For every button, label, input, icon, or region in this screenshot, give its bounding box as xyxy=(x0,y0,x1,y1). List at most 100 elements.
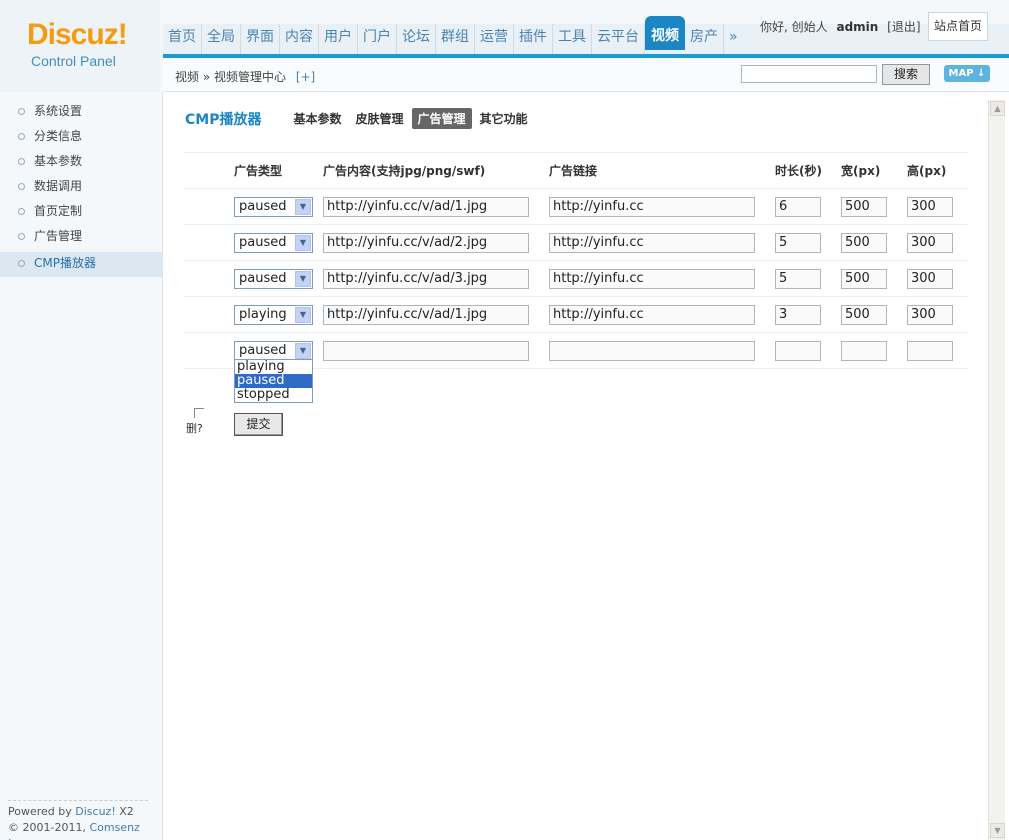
nav-item[interactable]: 全局 xyxy=(202,24,241,54)
sidebar-item-label: 分类信息 xyxy=(34,129,83,143)
sidebar-item[interactable]: CMP播放器 xyxy=(0,252,162,277)
duration-cell: 3 xyxy=(775,296,841,333)
nav-item[interactable]: 房产 xyxy=(685,24,724,54)
chevron-down-icon[interactable]: ▼ xyxy=(295,270,311,287)
sidebar-item[interactable]: 广告管理 xyxy=(0,225,162,250)
ad-type-select[interactable]: paused ▼ xyxy=(234,196,313,217)
ad-link-cell: http://yinfu.cc xyxy=(549,296,775,333)
duration-input[interactable]: 5 xyxy=(775,268,821,289)
ad-type-value: paused xyxy=(239,342,287,358)
ad-type-select[interactable]: paused ▼ xyxy=(234,268,313,289)
sidebar-item[interactable]: 首页定制 xyxy=(0,200,162,225)
dropdown-option[interactable]: paused xyxy=(235,374,312,388)
ad-type-select[interactable]: paused ▼ xyxy=(234,232,313,253)
scroll-up-arrow-icon[interactable]: ▲ xyxy=(990,101,1005,116)
duration-input[interactable]: 5 xyxy=(775,232,821,253)
height-input[interactable]: 300 xyxy=(907,268,953,289)
sidebar-item-label: 系统设置 xyxy=(34,104,83,118)
tab-item[interactable]: 其它功能 xyxy=(474,108,534,129)
site-home-button[interactable]: 站点首页 xyxy=(928,12,988,41)
duration-input[interactable] xyxy=(775,340,821,361)
nav-underline xyxy=(163,54,1009,58)
chevron-down-icon[interactable]: ▼ xyxy=(295,306,311,323)
discuz-link[interactable]: Discuz! xyxy=(75,805,115,818)
tab-item[interactable]: 基本参数 xyxy=(287,108,347,129)
sidebar-item-label: 基本参数 xyxy=(34,154,83,168)
logo-subtitle: Control Panel xyxy=(31,53,116,69)
duration-input[interactable]: 3 xyxy=(775,304,821,325)
search-button[interactable]: 搜索 xyxy=(882,64,930,85)
nav-item[interactable]: 用户 xyxy=(319,24,358,54)
tab-item[interactable]: 广告管理 xyxy=(411,108,472,129)
nav-item[interactable]: 运营 xyxy=(475,24,514,54)
sidebar: 系统设置 分类信息 基本参数 数据调用 首页定制 广告管理 CMP播放器 Powered b… xyxy=(0,92,163,840)
ad-link-input[interactable]: http://yinfu.cc xyxy=(549,232,755,253)
ad-type-select[interactable]: paused ▼ xyxy=(234,340,313,361)
sidebar-item[interactable]: 系统设置 xyxy=(0,100,162,125)
chevron-down-icon[interactable]: ▼ xyxy=(295,198,311,215)
ad-type-select[interactable]: playing ▼ xyxy=(234,304,313,325)
nav-item[interactable]: 内容 xyxy=(280,24,319,54)
nav-item[interactable]: 插件 xyxy=(514,24,553,54)
width-input[interactable] xyxy=(841,340,887,361)
sidebar-item[interactable]: 分类信息 xyxy=(0,125,162,150)
bullet-icon xyxy=(18,208,25,215)
submit-button[interactable]: 提交 xyxy=(234,413,283,436)
sidebar-item[interactable]: 数据调用 xyxy=(0,175,162,200)
nav-item[interactable]: 首页 xyxy=(163,24,202,54)
column-header: 广告链接 xyxy=(549,152,775,189)
delete-toggle[interactable]: 删? xyxy=(186,408,204,436)
ad-link-input[interactable]: http://yinfu.cc xyxy=(549,196,755,217)
nav-list: 首页 全局 界面 内容 用户 门户 论坛 群组 运营 插件 工具 云平台 视频 房产» xyxy=(163,16,743,54)
nav-item[interactable]: 论坛 xyxy=(397,24,436,54)
nav-item[interactable]: 门户 xyxy=(358,24,397,54)
dropdown-option[interactable]: playing xyxy=(235,360,312,374)
ad-type-dropdown-list[interactable]: playing paused stopped xyxy=(234,359,313,403)
width-input[interactable]: 500 xyxy=(841,196,887,217)
logo[interactable]: Discuz! Control Panel xyxy=(0,0,160,92)
ad-link-input[interactable]: http://yinfu.cc xyxy=(549,304,755,325)
column-header: 时长(秒) xyxy=(775,152,841,189)
ad-link-input[interactable] xyxy=(549,340,755,361)
nav-item[interactable]: 工具 xyxy=(553,24,592,54)
breadcrumb-add-link[interactable]: [+] xyxy=(296,70,315,84)
vertical-scrollbar[interactable]: ▲ ▼ xyxy=(988,100,1005,840)
nav-item[interactable]: 界面 xyxy=(241,24,280,54)
ad-link-input[interactable]: http://yinfu.cc xyxy=(549,268,755,289)
chevron-down-icon[interactable]: ▼ xyxy=(295,342,311,359)
bullet-icon xyxy=(18,158,25,165)
breadcrumb-text[interactable]: 视频 » 视频管理中心 xyxy=(175,70,286,84)
height-input[interactable] xyxy=(907,340,953,361)
table-row: paused ▼ http://yinfu.cc/v/ad/2.jpg http://… xyxy=(184,224,968,261)
dropdown-option[interactable]: stopped xyxy=(235,388,312,402)
scroll-down-arrow-icon[interactable]: ▼ xyxy=(990,823,1005,838)
ad-content-input[interactable]: http://yinfu.cc/v/ad/1.jpg xyxy=(323,304,529,325)
nav-item[interactable]: 群组 xyxy=(436,24,475,54)
chevron-down-icon[interactable]: ▼ xyxy=(295,234,311,251)
duration-cell: 5 xyxy=(775,224,841,261)
ad-content-input[interactable]: http://yinfu.cc/v/ad/2.jpg xyxy=(323,232,529,253)
height-input[interactable]: 300 xyxy=(907,232,953,253)
delete-checkbox[interactable] xyxy=(194,408,204,418)
height-input[interactable]: 300 xyxy=(907,196,953,217)
tab-item[interactable]: 皮肤管理 xyxy=(349,108,409,129)
table-row: paused ▼ http://yinfu.cc/v/ad/1.jpg http://… xyxy=(184,188,968,225)
height-input[interactable]: 300 xyxy=(907,304,953,325)
ad-content-input[interactable]: http://yinfu.cc/v/ad/1.jpg xyxy=(323,196,529,217)
logout-link[interactable]: [退出] xyxy=(887,20,920,34)
sidebar-item-label: CMP播放器 xyxy=(34,256,96,270)
width-input[interactable]: 500 xyxy=(841,268,887,289)
width-cell xyxy=(841,332,907,369)
width-input[interactable]: 500 xyxy=(841,232,887,253)
ad-content-input[interactable] xyxy=(323,340,529,361)
header: Discuz! Control Panel 首页 全局 界面 内容 用户 门户 论坛 群组 运营… xyxy=(0,0,1009,92)
sidebar-item[interactable]: 基本参数 xyxy=(0,150,162,175)
ad-content-input[interactable]: http://yinfu.cc/v/ad/3.jpg xyxy=(323,268,529,289)
nav-more-icon[interactable]: » xyxy=(724,24,743,54)
map-button[interactable]: MAP ↓ xyxy=(944,65,990,82)
width-input[interactable]: 500 xyxy=(841,304,887,325)
nav-item[interactable]: 视频 xyxy=(645,16,685,50)
search-input[interactable] xyxy=(741,65,877,83)
nav-item[interactable]: 云平台 xyxy=(592,24,645,54)
duration-input[interactable]: 6 xyxy=(775,196,821,217)
